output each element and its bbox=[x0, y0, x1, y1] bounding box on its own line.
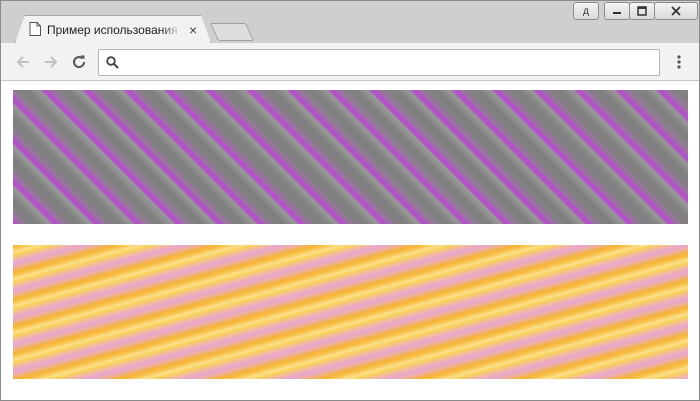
forward-button[interactable] bbox=[41, 52, 61, 72]
back-button[interactable] bbox=[13, 52, 33, 72]
browser-window: Пример использования по × д bbox=[0, 0, 700, 401]
reload-icon bbox=[73, 55, 86, 69]
browser-toolbar bbox=[1, 43, 699, 81]
page-content bbox=[1, 82, 699, 400]
diagonal-stripes-block-2 bbox=[13, 245, 688, 379]
arrow-left-icon bbox=[16, 56, 29, 68]
user-profile-label: д bbox=[583, 5, 589, 17]
close-window-button[interactable] bbox=[654, 2, 698, 20]
minimize-icon bbox=[613, 12, 621, 14]
more-vert-icon bbox=[677, 55, 681, 69]
maximize-button[interactable] bbox=[629, 2, 655, 20]
close-icon bbox=[671, 6, 681, 16]
user-profile-button[interactable]: д bbox=[573, 2, 599, 20]
minimize-button[interactable] bbox=[604, 2, 630, 20]
page-icon bbox=[29, 21, 41, 39]
address-bar[interactable] bbox=[98, 49, 660, 76]
tab-close-icon[interactable]: × bbox=[189, 23, 197, 37]
search-icon bbox=[106, 56, 119, 72]
address-input[interactable] bbox=[127, 53, 647, 72]
tab-title: Пример использования по bbox=[47, 23, 181, 37]
browser-menu-button[interactable] bbox=[669, 52, 689, 72]
maximize-icon bbox=[637, 6, 647, 16]
new-tab-button[interactable] bbox=[209, 23, 255, 41]
tab-strip: Пример использования по × д bbox=[1, 1, 699, 43]
reload-button[interactable] bbox=[69, 52, 89, 72]
arrow-right-icon bbox=[45, 56, 58, 68]
tab-active[interactable]: Пример использования по × bbox=[15, 16, 209, 44]
diagonal-stripes-block-1 bbox=[13, 90, 688, 224]
